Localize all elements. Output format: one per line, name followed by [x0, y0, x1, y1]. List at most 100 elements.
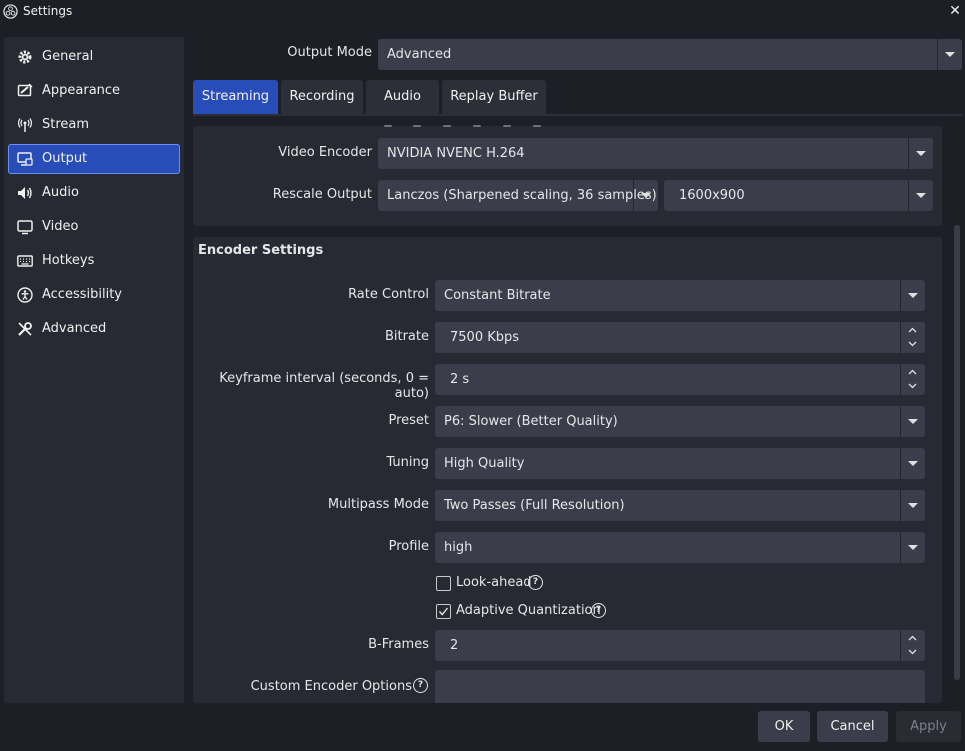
profile-value: high — [444, 540, 473, 555]
sidebar-item-label: Appearance — [42, 83, 121, 98]
bitrate-value: 7500 Kbps — [450, 330, 520, 345]
chevron-down-icon — [908, 138, 933, 169]
ok-label: OK — [774, 719, 794, 734]
tab-audio[interactable]: Audio — [366, 80, 439, 114]
rescale-resolution-value: 1600x900 — [679, 188, 745, 203]
chevron-down-icon[interactable] — [908, 383, 917, 389]
help-icon[interactable]: ? — [528, 575, 543, 590]
rescale-resolution-select[interactable]: 1600x900 — [664, 180, 933, 211]
output-mode-label: Output Mode — [287, 45, 372, 60]
accessibility-icon — [17, 287, 33, 303]
chevron-down-icon — [900, 280, 925, 311]
bitrate-spinbox[interactable]: 7500 Kbps — [435, 322, 925, 353]
rate-control-value: Constant Bitrate — [444, 288, 551, 303]
output-mode-select[interactable]: Advanced — [378, 39, 962, 70]
bframes-value: 2 — [450, 638, 459, 653]
rescale-filter-value: Lanczos (Sharpened scaling, 36 samples) — [387, 188, 657, 203]
sidebar-item-label: Accessibility — [42, 287, 122, 302]
help-icon[interactable]: ? — [591, 603, 606, 618]
preset-label: Preset — [388, 413, 429, 428]
sidebar-item-appearance[interactable]: Appearance — [8, 76, 180, 106]
gear-icon — [18, 50, 32, 64]
sidebar-item-label: General — [42, 49, 94, 64]
lookahead-checkbox[interactable] — [436, 576, 451, 591]
profile-label: Profile — [388, 539, 429, 554]
adaptive-quantization-checkbox[interactable] — [436, 604, 451, 619]
rate-control-label: Rate Control — [348, 287, 429, 302]
chevron-down-icon — [900, 448, 925, 479]
sidebar-item-accessibility[interactable]: Accessibility — [8, 280, 180, 310]
keyboard-icon — [17, 255, 33, 267]
apply-label: Apply — [910, 719, 947, 734]
custom-encoder-options-label: Custom Encoder Options — [250, 679, 412, 694]
lookahead-label[interactable]: Look-ahead — [456, 575, 532, 590]
scrollbar[interactable] — [954, 225, 960, 680]
tuning-select[interactable]: High Quality — [435, 448, 925, 479]
monitor-icon — [17, 220, 33, 235]
sidebar-item-label: Hotkeys — [42, 253, 95, 268]
chevron-down-icon — [908, 180, 933, 211]
cancel-button[interactable]: Cancel — [817, 711, 888, 742]
tuning-label: Tuning — [386, 455, 429, 470]
sidebar-item-audio[interactable]: Audio — [8, 178, 180, 208]
tab-label: Recording — [289, 89, 355, 104]
tuning-value: High Quality — [444, 456, 525, 471]
wrench-icon — [18, 322, 32, 336]
output-mode-value: Advanced — [387, 47, 452, 62]
close-icon[interactable]: ✕ — [945, 0, 965, 22]
rescale-output-label: Rescale Output — [272, 187, 372, 202]
sidebar-item-advanced[interactable]: Advanced — [8, 314, 180, 344]
output-icon — [17, 152, 33, 166]
multipass-mode-select[interactable]: Two Passes (Full Resolution) — [435, 490, 925, 521]
title-bar: Settings ✕ — [0, 0, 965, 24]
sidebar-item-label: Video — [42, 219, 79, 234]
sidebar-item-label: Advanced — [42, 321, 107, 336]
chevron-up-icon[interactable] — [908, 635, 917, 641]
profile-select[interactable]: high — [435, 532, 925, 563]
spin-arrows[interactable] — [900, 364, 925, 395]
chevron-up-icon[interactable] — [908, 369, 917, 375]
sidebar-item-video[interactable]: Video — [8, 212, 180, 242]
cancel-label: Cancel — [830, 719, 875, 734]
video-encoder-label: Video Encoder — [278, 145, 372, 160]
sidebar-item-label: Stream — [42, 117, 90, 132]
keyframe-interval-label: Keyframe interval (seconds, 0 = auto) — [219, 371, 429, 401]
custom-encoder-options-input[interactable] — [435, 670, 925, 703]
video-encoder-value: NVIDIA NVENC H.264 — [387, 146, 525, 161]
bitrate-label: Bitrate — [384, 329, 429, 344]
rate-control-select[interactable]: Constant Bitrate — [435, 280, 925, 311]
keyframe-interval-value: 2 s — [450, 372, 470, 387]
bframes-label: B-Frames — [368, 637, 429, 652]
sidebar-item-output[interactable]: Output — [8, 144, 180, 174]
antenna-icon — [17, 118, 33, 132]
chevron-down-icon — [937, 39, 962, 70]
rescale-filter-select[interactable]: Lanczos (Sharpened scaling, 36 samples) — [378, 180, 658, 211]
sidebar-item-general[interactable]: General — [8, 42, 180, 72]
bframes-spinbox[interactable]: 2 — [435, 630, 925, 661]
preset-value: P6: Slower (Better Quality) — [444, 414, 618, 429]
speaker-icon — [18, 187, 32, 199]
adaptive-quantization-label[interactable]: Adaptive Quantization — [456, 603, 601, 618]
sidebar-item-label: Output — [42, 151, 88, 166]
spin-arrows[interactable] — [900, 630, 925, 661]
apply-button[interactable]: Apply — [896, 711, 961, 742]
sidebar-item-stream[interactable]: Stream — [8, 110, 180, 140]
help-icon[interactable]: ? — [413, 678, 428, 693]
spin-arrows[interactable] — [900, 322, 925, 353]
video-encoder-select[interactable]: NVIDIA NVENC H.264 — [378, 138, 933, 169]
chevron-down-icon — [900, 532, 925, 563]
chevron-down-icon[interactable] — [908, 649, 917, 655]
sidebar-item-hotkeys[interactable]: Hotkeys — [8, 246, 180, 276]
checkmark-icon — [438, 607, 449, 616]
chevron-up-icon[interactable] — [908, 327, 917, 333]
tab-replay-buffer[interactable]: Replay Buffer — [442, 80, 546, 114]
preset-select[interactable]: P6: Slower (Better Quality) — [435, 406, 925, 437]
scrolled-content-edge — [384, 125, 541, 127]
obs-logo-icon — [3, 4, 18, 19]
chevron-down-icon[interactable] — [908, 341, 917, 347]
ok-button[interactable]: OK — [758, 711, 810, 742]
keyframe-interval-spinbox[interactable]: 2 s — [435, 364, 925, 395]
chevron-down-icon — [900, 406, 925, 437]
tab-streaming[interactable]: Streaming — [193, 80, 278, 114]
tab-recording[interactable]: Recording — [281, 80, 363, 114]
